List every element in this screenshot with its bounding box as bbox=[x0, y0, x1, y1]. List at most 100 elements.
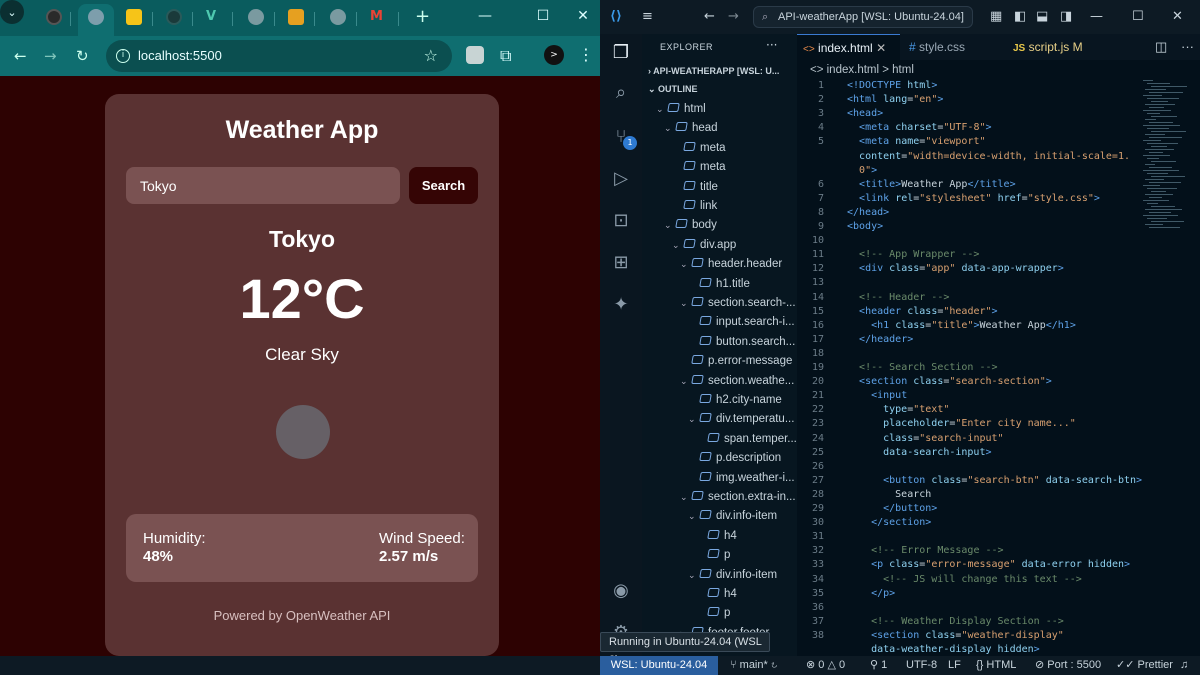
outline-header[interactable]: ⌄ OUTLINE bbox=[648, 84, 698, 95]
code-line[interactable]: data-search-input> bbox=[847, 447, 991, 458]
code-line[interactable]: <div class="app" data-app-wrapper> bbox=[847, 263, 1064, 274]
remote-explorer-icon[interactable]: ⊡ bbox=[611, 210, 631, 231]
code-line[interactable]: type="text" bbox=[847, 404, 949, 415]
minimap[interactable] bbox=[1143, 80, 1193, 230]
ports-status[interactable]: ⚲ 1 bbox=[870, 656, 887, 675]
outline-item[interactable]: input.search-i... bbox=[688, 313, 795, 332]
code-line[interactable]: <html lang="en"> bbox=[847, 94, 943, 105]
github-icon[interactable] bbox=[46, 9, 62, 25]
outline-item[interactable]: meta bbox=[672, 139, 726, 158]
outline-item[interactable]: ⌄ section.search-... bbox=[680, 294, 796, 313]
extension-icon[interactable] bbox=[466, 46, 484, 64]
code-line[interactable]: <header class="header"> bbox=[847, 306, 998, 317]
vite-icon[interactable]: V bbox=[206, 9, 222, 25]
code-line[interactable]: </button> bbox=[847, 503, 937, 514]
code-line[interactable]: placeholder="Enter city name..." bbox=[847, 418, 1076, 429]
split-editor-icon[interactable]: ◫ bbox=[1149, 34, 1167, 60]
forward-icon[interactable]: → bbox=[728, 9, 739, 24]
reload-icon[interactable]: ↻ bbox=[76, 47, 89, 65]
github-icon[interactable] bbox=[166, 9, 182, 25]
toggle-panel-icon[interactable]: ⬓ bbox=[1036, 9, 1048, 24]
command-center[interactable]: ⌕ API-weatherApp [WSL: Ubuntu-24.04] bbox=[753, 6, 973, 28]
outline-item[interactable]: p bbox=[696, 604, 730, 623]
back-icon[interactable]: ← bbox=[14, 47, 27, 65]
prettier-status[interactable]: ✓✓ Prettier bbox=[1116, 656, 1173, 675]
code-line[interactable]: <button class="search-btn" data-search-b… bbox=[847, 475, 1142, 486]
outline-item[interactable]: ⌄ head bbox=[664, 119, 718, 138]
puzzle-icon[interactable]: ⧉ bbox=[500, 46, 518, 65]
forward-icon[interactable]: → bbox=[44, 47, 57, 65]
menu-kebab-icon[interactable]: ⋮ bbox=[578, 45, 594, 64]
close-icon[interactable]: ✕ bbox=[876, 41, 886, 55]
chevron-down-icon[interactable]: ⌄ bbox=[680, 488, 692, 507]
outline-item[interactable]: meta bbox=[672, 158, 726, 177]
language-status[interactable]: {} HTML bbox=[976, 656, 1016, 675]
extensions-icon[interactable]: ⊞ bbox=[611, 252, 631, 273]
code-line[interactable]: <p class="error-message" data-error hidd… bbox=[847, 559, 1130, 570]
outline-item[interactable]: ⌄ header.header bbox=[680, 255, 782, 274]
outline-item[interactable]: ⌄ section.weathe... bbox=[680, 372, 794, 391]
outline-item[interactable]: p.error-message bbox=[680, 352, 792, 371]
code-line[interactable]: <title>Weather App</title> bbox=[847, 179, 1016, 190]
search-input[interactable] bbox=[126, 167, 400, 204]
chevron-down-icon[interactable]: ⌄ bbox=[680, 372, 692, 391]
chevron-down-icon[interactable]: ⌄ bbox=[672, 236, 684, 255]
info-icon[interactable]: i bbox=[116, 49, 130, 63]
more-actions-icon[interactable]: ··· bbox=[1175, 34, 1194, 60]
explorer-icon[interactable]: ❐ bbox=[611, 42, 631, 63]
toggle-secondary-sidebar-icon[interactable]: ◨ bbox=[1060, 9, 1072, 24]
maximize-icon[interactable]: ☐ bbox=[1132, 9, 1144, 24]
code-line[interactable]: class="search-input" bbox=[847, 433, 1003, 444]
tab-script-js[interactable]: JS script.js M bbox=[1007, 34, 1117, 60]
code-line[interactable]: data-weather-display hidden> bbox=[847, 644, 1040, 655]
outline-item[interactable]: button.search... bbox=[688, 333, 795, 352]
code-line[interactable]: <link rel="stylesheet" href="style.css"> bbox=[847, 193, 1100, 204]
close-icon[interactable]: ✕ bbox=[568, 8, 598, 24]
search-button[interactable]: Search bbox=[409, 167, 478, 204]
code-line[interactable]: <!-- Weather Display Section --> bbox=[847, 616, 1064, 627]
code-line[interactable]: </p> bbox=[847, 588, 895, 599]
chevron-down-icon[interactable]: ⌄ bbox=[664, 216, 676, 235]
outline-item[interactable]: p.description bbox=[688, 449, 781, 468]
code-line[interactable]: </head> bbox=[847, 207, 889, 218]
eol-status[interactable]: LF bbox=[948, 656, 961, 675]
globe-icon[interactable] bbox=[248, 9, 264, 25]
code-line[interactable]: Search bbox=[847, 489, 931, 500]
chevron-down-icon[interactable]: ⌄ bbox=[688, 507, 700, 526]
code-line[interactable]: <!-- Error Message --> bbox=[847, 545, 1003, 556]
problems-status[interactable]: ⊗ 0 △ 0 bbox=[806, 656, 845, 675]
outline-item[interactable]: h4 bbox=[696, 527, 737, 546]
remote-indicator[interactable]: WSL: Ubuntu-24.04 bbox=[600, 656, 718, 675]
more-actions-icon[interactable]: ··· bbox=[766, 38, 777, 52]
code-line[interactable]: <!-- JS will change this text --> bbox=[847, 574, 1082, 585]
run-debug-icon[interactable]: ▷ bbox=[611, 168, 631, 189]
outline-item[interactable]: ⌄ div.app bbox=[672, 236, 736, 255]
outline-item[interactable]: span.temper... bbox=[696, 430, 797, 449]
outline-item[interactable]: ⌄ body bbox=[664, 216, 717, 235]
globe-icon[interactable] bbox=[88, 9, 104, 25]
outline-item[interactable]: ⌄ div.info-item bbox=[688, 566, 777, 585]
bell-icon[interactable]: ♫ bbox=[1180, 656, 1188, 675]
outline-item[interactable]: link bbox=[672, 197, 717, 216]
address-bar[interactable]: i localhost:5500 ☆ bbox=[106, 40, 452, 72]
chevron-down-icon[interactable]: ⌄ bbox=[680, 255, 692, 274]
code-line[interactable]: <body> bbox=[847, 221, 883, 232]
keep-icon[interactable] bbox=[126, 9, 142, 25]
outline-item[interactable]: ⌄ div.info-item bbox=[688, 507, 777, 526]
chevron-down-icon[interactable]: ⌄ bbox=[688, 566, 700, 585]
chevron-down-icon[interactable]: ⌄ bbox=[680, 294, 692, 313]
bookmark-star-icon[interactable]: ☆ bbox=[424, 46, 438, 65]
code-line[interactable]: </section> bbox=[847, 517, 931, 528]
outline-item[interactable]: h2.city-name bbox=[688, 391, 782, 410]
project-folder[interactable]: › API-WEATHERAPP [WSL: U... bbox=[648, 66, 779, 76]
code-line[interactable]: <section class="weather-display" bbox=[847, 630, 1064, 641]
outline-item[interactable]: h4 bbox=[696, 585, 737, 604]
chevron-down-icon[interactable]: ⌄ bbox=[656, 100, 668, 119]
chat-icon[interactable]: ✦ bbox=[611, 294, 631, 315]
code-line[interactable]: </header> bbox=[847, 334, 913, 345]
code-line[interactable]: <!DOCTYPE html> bbox=[847, 80, 937, 91]
outline-item[interactable]: ⌄ div.temperatu... bbox=[688, 410, 794, 429]
tab-index-html[interactable]: <> index.html ✕ bbox=[797, 34, 900, 60]
live-server-status[interactable]: ⊘ Port : 5500 bbox=[1035, 656, 1101, 675]
back-icon[interactable]: ← bbox=[704, 9, 715, 24]
